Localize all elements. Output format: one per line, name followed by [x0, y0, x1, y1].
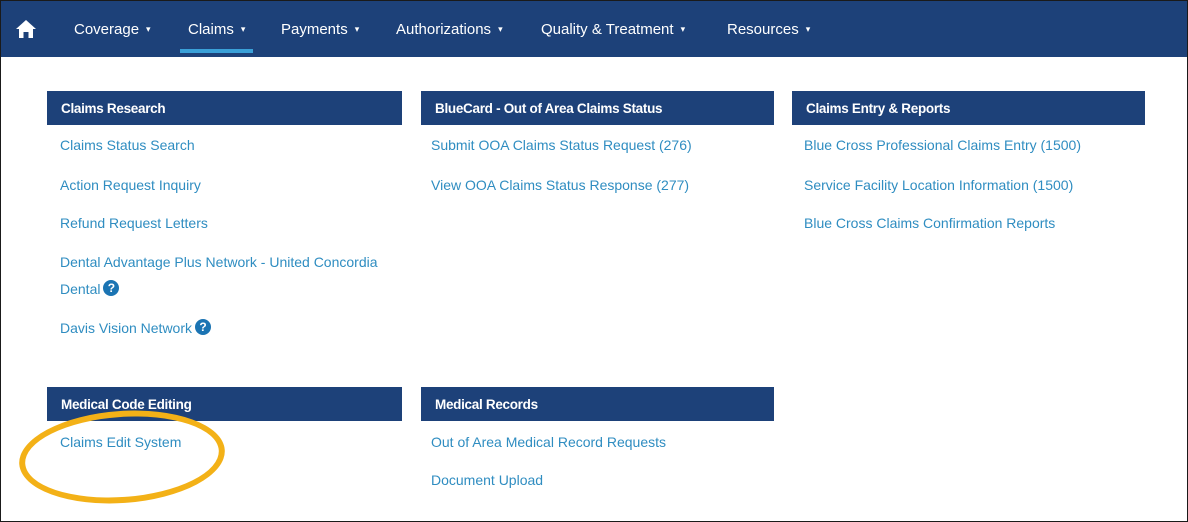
- link-service-facility-location[interactable]: Service Facility Location Information (1…: [804, 172, 1073, 198]
- chevron-down-icon: ▾: [146, 23, 151, 34]
- help-icon[interactable]: ?: [195, 319, 212, 335]
- section-header-medical-records: Medical Records: [421, 387, 774, 421]
- chevron-down-icon: ▾: [680, 23, 686, 34]
- chevron-down-icon: ▾: [805, 23, 811, 34]
- section-header-bluecard: BlueCard - Out of Area Claims Status: [421, 91, 774, 125]
- link-action-request-inquiry[interactable]: Action Request Inquiry: [60, 172, 201, 198]
- link-claims-status-search[interactable]: Claims Status Search: [60, 132, 195, 158]
- top-navbar: Coverage ▾ Claims ▾ Payments ▾ Authoriza…: [1, 1, 1187, 57]
- link-view-ooa-claims-status[interactable]: View OOA Claims Status Response (277): [431, 172, 689, 198]
- link-dental-advantage-plus-cont[interactable]: Dental?: [60, 276, 120, 302]
- help-icon[interactable]: ?: [103, 280, 120, 296]
- link-submit-ooa-claims-status[interactable]: Submit OOA Claims Status Request (276): [431, 132, 692, 158]
- nav-payments[interactable]: Payments ▾: [281, 1, 359, 57]
- nav-payments-label: Payments: [281, 20, 348, 38]
- nav-coverage[interactable]: Coverage ▾: [74, 1, 151, 57]
- link-davis-vision-label: Davis Vision Network: [60, 320, 193, 336]
- nav-quality-treatment[interactable]: Quality & Treatment ▾: [541, 1, 685, 57]
- nav-coverage-label: Coverage: [74, 20, 140, 38]
- link-document-upload[interactable]: Document Upload: [431, 467, 543, 493]
- chevron-down-icon: ▾: [354, 23, 360, 34]
- link-refund-request-letters[interactable]: Refund Request Letters: [60, 210, 208, 236]
- chevron-down-icon: ▾: [498, 23, 503, 34]
- section-header-claims-research: Claims Research: [47, 91, 402, 125]
- nav-claims[interactable]: Claims ▾: [179, 1, 254, 57]
- home-icon[interactable]: [15, 19, 37, 39]
- section-header-medical-code-editing: Medical Code Editing: [47, 387, 402, 421]
- link-davis-vision-network[interactable]: Davis Vision Network?: [60, 315, 212, 341]
- section-header-claims-entry: Claims Entry & Reports: [792, 91, 1145, 125]
- page-frame: Coverage ▾ Claims ▾ Payments ▾ Authoriza…: [0, 0, 1188, 522]
- nav-quality-treatment-label: Quality & Treatment: [541, 20, 674, 38]
- nav-authorizations-label: Authorizations: [396, 20, 492, 38]
- nav-claims-label: Claims: [188, 20, 234, 38]
- link-dental-label: Dental: [60, 281, 101, 297]
- link-professional-claims-entry[interactable]: Blue Cross Professional Claims Entry (15…: [804, 132, 1081, 158]
- chevron-down-icon: ▾: [240, 23, 246, 34]
- nav-resources[interactable]: Resources ▾: [727, 1, 810, 57]
- link-claims-edit-system[interactable]: Claims Edit System: [60, 429, 181, 455]
- link-claims-confirmation-reports[interactable]: Blue Cross Claims Confirmation Reports: [804, 210, 1055, 236]
- link-ooa-medical-record-requests[interactable]: Out of Area Medical Record Requests: [431, 429, 666, 455]
- nav-resources-label: Resources: [727, 20, 799, 38]
- nav-authorizations[interactable]: Authorizations ▾: [396, 1, 503, 57]
- link-dental-advantage-plus[interactable]: Dental Advantage Plus Network - United C…: [60, 249, 378, 275]
